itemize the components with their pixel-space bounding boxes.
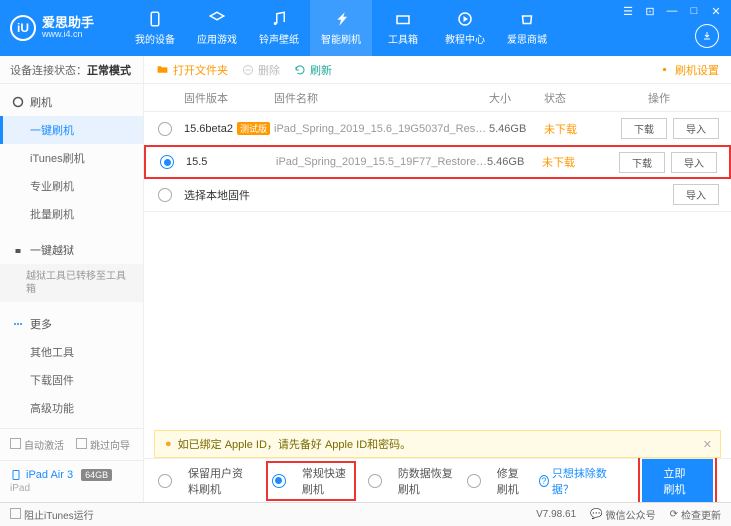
sidebar-item-pro[interactable]: 专业刷机 xyxy=(0,172,143,200)
app-name: 爱思助手 xyxy=(42,16,94,30)
app-logo: iU 爱思助手 www.i4.cn xyxy=(10,15,94,41)
warning-icon: ● xyxy=(165,438,172,450)
wechat-link[interactable]: 💬微信公众号 xyxy=(590,507,655,522)
sidebar-options: 自动激活 跳过向导 xyxy=(0,428,143,460)
statusbar: 阻止iTunes运行 V7.98.61 💬微信公众号 ⟳检查更新 xyxy=(0,502,731,526)
delete-button[interactable]: 删除 xyxy=(242,62,280,78)
version-label: V7.98.61 xyxy=(536,509,576,520)
sidebar-group-jailbreak[interactable]: 一键越狱 xyxy=(0,236,143,264)
close-warning-icon[interactable]: ✕ xyxy=(703,438,712,451)
import-button[interactable]: 导入 xyxy=(673,184,719,205)
open-folder-button[interactable]: 打开文件夹 xyxy=(156,62,228,78)
mode-keep-data[interactable]: 保留用户资料刷机 xyxy=(158,465,254,497)
device-name: iPad Air 3 xyxy=(26,469,73,481)
sidebar-group-flash[interactable]: 刷机 xyxy=(0,88,143,116)
sidebar-item-itunes[interactable]: iTunes刷机 xyxy=(0,144,143,172)
import-button[interactable]: 导入 xyxy=(671,152,717,173)
firmware-name: iPad_Spring_2019_15.5_19F77_Restore.ipsw xyxy=(276,156,487,168)
logo-icon: iU xyxy=(10,15,36,41)
sidebar-item-advanced[interactable]: 高级功能 xyxy=(0,394,143,422)
beta-tag: 测试版 xyxy=(237,122,270,135)
skip-wizard-checkbox[interactable]: 跳过向导 xyxy=(76,437,130,452)
sidebar-item-download-fw[interactable]: 下载固件 xyxy=(0,366,143,394)
appleid-warning: ● 如已绑定 Apple ID，请先备好 Apple ID和密码。 ✕ xyxy=(154,430,721,458)
sidebar-item-othertools[interactable]: 其他工具 xyxy=(0,338,143,366)
device-panel[interactable]: iPad Air 3 64GB iPad xyxy=(0,460,143,502)
flash-settings-button[interactable]: 刷机设置 xyxy=(658,62,719,78)
row-radio[interactable] xyxy=(158,188,172,202)
content: 打开文件夹 删除 刷新 刷机设置 固件版本 固件名称 大小 状态 操作 15.6… xyxy=(144,56,731,502)
sidebar: 设备连接状态：正常模式 刷机 一键刷机 iTunes刷机 专业刷机 批量刷机 一… xyxy=(0,56,144,502)
nav-apps[interactable]: 应用游戏 xyxy=(186,0,248,56)
minimize-icon[interactable]: — xyxy=(663,4,681,18)
firmware-row-selected[interactable]: 15.5 iPad_Spring_2019_15.5_19F77_Restore… xyxy=(144,145,731,179)
main-nav: 我的设备 应用游戏 铃声壁纸 智能刷机 工具箱 教程中心 爱思商城 xyxy=(124,0,558,56)
nav-flash[interactable]: 智能刷机 xyxy=(310,0,372,56)
check-update-button[interactable]: ⟳检查更新 xyxy=(670,507,721,522)
device-storage-badge: 64GB xyxy=(81,469,112,481)
block-itunes-checkbox[interactable]: 阻止iTunes运行 xyxy=(10,507,94,522)
lock-icon[interactable]: ⊡ xyxy=(641,4,659,18)
erase-data-link[interactable]: ?只想抹除数据？ xyxy=(539,465,614,497)
connection-status: 设备连接状态：正常模式 xyxy=(0,56,143,84)
import-button[interactable]: 导入 xyxy=(673,118,719,139)
refresh-icon: ⟳ xyxy=(670,509,678,520)
sidebar-group-more[interactable]: 更多 xyxy=(0,310,143,338)
download-button[interactable]: 下载 xyxy=(621,118,667,139)
download-button[interactable]: 下载 xyxy=(619,152,665,173)
sidebar-item-batch[interactable]: 批量刷机 xyxy=(0,200,143,228)
app-url: www.i4.cn xyxy=(42,30,94,40)
table-header: 固件版本 固件名称 大小 状态 操作 xyxy=(144,84,731,112)
sidebar-item-oneclick[interactable]: 一键刷机 xyxy=(0,116,143,144)
local-firmware-row[interactable]: 选择本地固件 导入 xyxy=(144,178,731,212)
firmware-row[interactable]: 15.6beta2测试版 iPad_Spring_2019_15.6_19G50… xyxy=(144,112,731,146)
mode-quick[interactable]: 常规快速刷机 xyxy=(272,465,350,497)
start-flash-button[interactable]: 立即刷机 xyxy=(642,459,713,503)
menu-icon[interactable]: ☰ xyxy=(619,4,637,18)
titlebar: iU 爱思助手 www.i4.cn 我的设备 应用游戏 铃声壁纸 智能刷机 工具… xyxy=(0,0,731,56)
window-controls: ☰ ⊡ — □ ✕ xyxy=(619,4,725,18)
wechat-icon: 💬 xyxy=(590,509,602,520)
sidebar-jailbreak-note: 越狱工具已转移至工具箱 xyxy=(0,264,143,302)
maximize-icon[interactable]: □ xyxy=(685,4,703,18)
nav-ringtone[interactable]: 铃声壁纸 xyxy=(248,0,310,56)
toolbar: 打开文件夹 删除 刷新 刷机设置 xyxy=(144,56,731,84)
flash-mode-row: 保留用户资料刷机 常规快速刷机 防数据恢复刷机 修复刷机 ?只想抹除数据？ 立即… xyxy=(144,458,731,502)
close-icon[interactable]: ✕ xyxy=(707,4,725,18)
row-radio[interactable] xyxy=(158,122,172,136)
nav-store[interactable]: 爱思商城 xyxy=(496,0,558,56)
nav-toolbox[interactable]: 工具箱 xyxy=(372,0,434,56)
row-radio[interactable] xyxy=(160,155,174,169)
mode-repair[interactable]: 修复刷机 xyxy=(467,465,527,497)
device-type: iPad xyxy=(10,483,133,494)
nav-tutorial[interactable]: 教程中心 xyxy=(434,0,496,56)
refresh-button[interactable]: 刷新 xyxy=(294,62,332,78)
firmware-name: iPad_Spring_2019_15.6_19G5037d_Restore.i… xyxy=(274,123,489,135)
mode-anti-recovery[interactable]: 防数据恢复刷机 xyxy=(368,465,455,497)
nav-devices[interactable]: 我的设备 xyxy=(124,0,186,56)
download-circle-button[interactable] xyxy=(695,24,719,48)
auto-activate-checkbox[interactable]: 自动激活 xyxy=(10,437,64,452)
